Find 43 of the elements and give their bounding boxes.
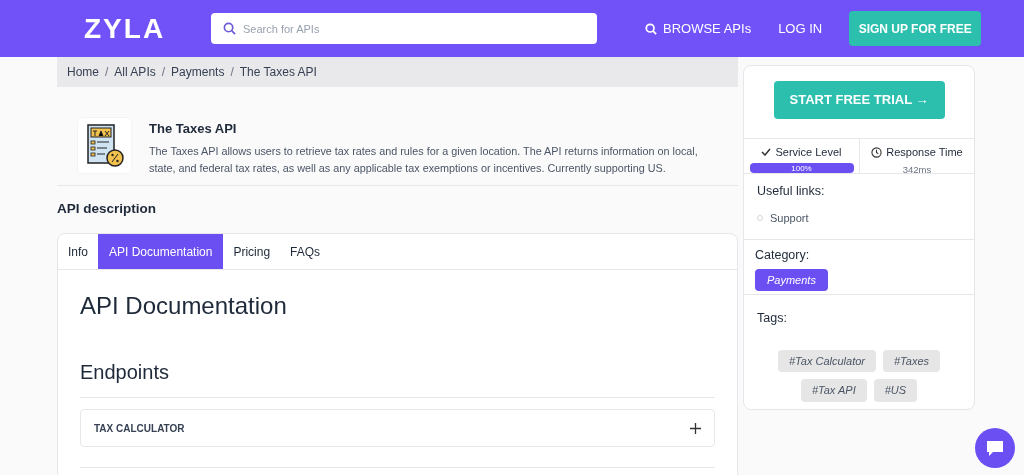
check-icon	[761, 148, 772, 157]
category-tag[interactable]: Payments	[755, 268, 828, 292]
category-title: Category:	[755, 247, 811, 264]
clock-icon	[871, 146, 883, 158]
breadcrumb-separator: /	[105, 64, 109, 81]
section-title: API description	[57, 200, 157, 218]
logo[interactable]: ZYLA	[84, 11, 166, 46]
tab[interactable]: API Documentation	[98, 234, 224, 270]
doc-heading: API Documentation	[80, 291, 288, 322]
tag[interactable]: #Tax Calculator	[777, 349, 876, 373]
tag[interactable]: #US	[873, 379, 918, 402]
tag[interactable]: #Taxes	[883, 349, 941, 373]
api-title: The Taxes API	[149, 120, 238, 138]
tag[interactable]: #Tax API	[800, 379, 867, 402]
breadcrumb-separator: /	[230, 64, 234, 81]
endpoint-row[interactable]: TAX CALCULATOR	[80, 409, 715, 448]
search-icon	[645, 22, 657, 35]
login-link[interactable]: LOG IN	[778, 18, 823, 39]
breadcrumb-link[interactable]: Payments	[171, 63, 225, 81]
service-level-bar: 100%	[749, 162, 854, 173]
browse-link[interactable]: BROWSE APIs	[645, 18, 752, 39]
chat-button[interactable]	[975, 428, 1015, 468]
response-time-value: 342ms	[902, 162, 932, 177]
tab[interactable]: FAQs	[280, 234, 331, 270]
breadcrumb-separator: /	[161, 64, 166, 81]
useful-links-title: Useful links:	[757, 183, 826, 200]
tab[interactable]: Info	[58, 234, 98, 270]
endpoint-label: TAX CALCULATOR	[94, 421, 185, 436]
chat-icon	[985, 439, 1005, 457]
breadcrumb-link[interactable]: The Taxes API	[239, 63, 317, 81]
tab[interactable]: Pricing	[223, 234, 281, 270]
service-level-label: Service Level	[775, 145, 842, 160]
breadcrumb-link[interactable]: Home	[67, 63, 99, 81]
plus-icon	[690, 422, 701, 434]
tags-title: Tags:	[757, 310, 788, 327]
endpoints-heading: Endpoints	[80, 360, 170, 386]
search-icon	[223, 22, 236, 35]
api-logo-icon	[77, 117, 132, 174]
response-time-label: Response Time	[886, 145, 963, 160]
search-field[interactable]: Search for APIs	[211, 13, 597, 44]
support-link[interactable]: Support	[770, 209, 809, 227]
breadcrumb-link[interactable]: All APIs	[114, 63, 156, 81]
api-description: The Taxes API allows users to retrieve tax rates and rules for a given location. The API returns information on local, state, and federal tax rates, as well as any applicable tax exemptions or incentives. Currently supporting US.	[149, 143, 699, 176]
